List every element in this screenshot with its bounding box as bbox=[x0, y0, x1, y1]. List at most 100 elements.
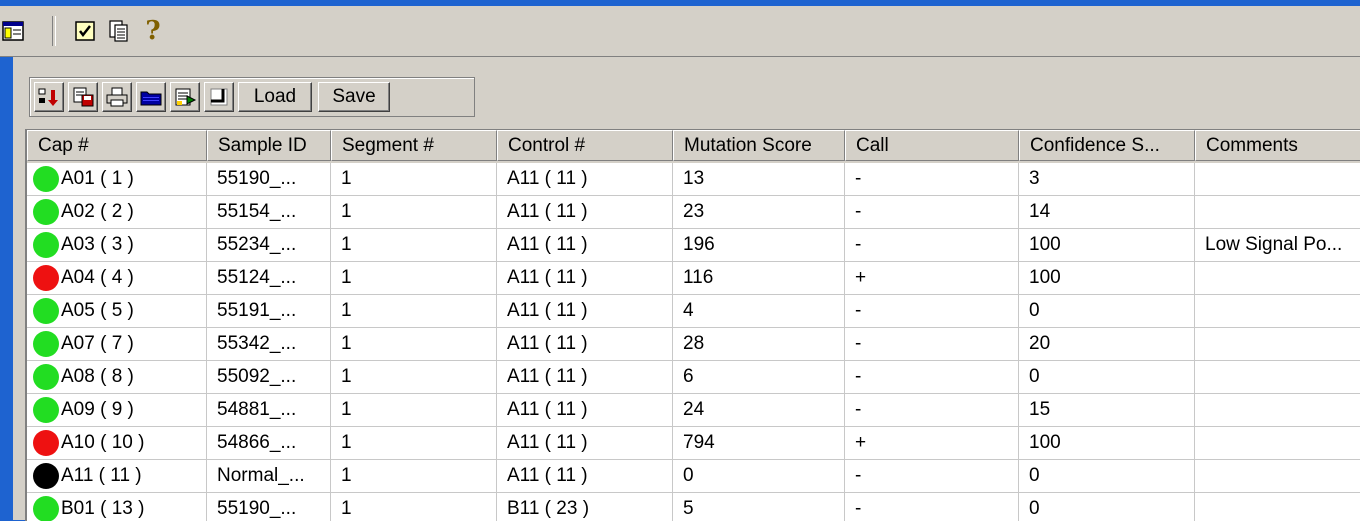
cell-comments bbox=[1195, 460, 1360, 493]
table-row[interactable]: A10 ( 10 ) 54866_... 1 A11 ( 11 ) 794 +100 bbox=[27, 427, 1360, 460]
status-pass-icon bbox=[33, 364, 59, 390]
table-row[interactable]: A03 ( 3 ) 55234_... 1 A11 ( 11 ) 196-100 Low … bbox=[27, 229, 1360, 262]
header-col-mutation-score[interactable]: Mutation Score bbox=[673, 130, 845, 161]
cell-confidence: 0 bbox=[1019, 295, 1195, 328]
cap-label: A11 ( 11 ) bbox=[61, 465, 142, 486]
cell-comments bbox=[1195, 196, 1360, 229]
cell-call: - bbox=[845, 295, 1019, 328]
table-row[interactable]: A07 ( 7 ) 55342_... 1 A11 ( 11 ) 28-20 bbox=[27, 328, 1360, 361]
header-col-comments[interactable]: Comments bbox=[1195, 130, 1360, 161]
cell-control: A11 ( 11 ) bbox=[497, 427, 673, 460]
table-row[interactable]: A11 ( 11 ) Normal_... 1 A11 ( 11 ) 0-0 bbox=[27, 460, 1360, 493]
table-row[interactable]: A02 ( 2 ) 55154_... 1 A11 ( 11 ) 23-14 bbox=[27, 196, 1360, 229]
cell-sample-id: 54881_... bbox=[207, 394, 331, 427]
header-col-sample-id[interactable]: Sample ID bbox=[207, 130, 331, 161]
cell-comments bbox=[1195, 361, 1360, 394]
cell-sample-id: 55191_... bbox=[207, 295, 331, 328]
cell-confidence: 20 bbox=[1019, 328, 1195, 361]
status-pass-icon bbox=[33, 232, 59, 258]
toolbar-separator bbox=[52, 16, 56, 46]
cap-label: A01 ( 1 ) bbox=[61, 168, 134, 189]
header-col-confidence[interactable]: Confidence S... bbox=[1019, 130, 1195, 161]
cell-control: A11 ( 11 ) bbox=[497, 196, 673, 229]
save-report-icon[interactable] bbox=[68, 82, 98, 112]
status-pass-icon bbox=[33, 199, 59, 225]
cell-cap: A02 ( 2 ) bbox=[27, 196, 207, 229]
cell-comments bbox=[1195, 493, 1360, 521]
cell-confidence: 0 bbox=[1019, 361, 1195, 394]
table-row[interactable]: B01 ( 13 ) 55190_... 1 B11 ( 23 ) 5-0 bbox=[27, 493, 1360, 521]
checklist-icon[interactable] bbox=[72, 18, 98, 44]
cell-cap: A04 ( 4 ) bbox=[27, 262, 207, 295]
cap-label: A03 ( 3 ) bbox=[61, 234, 134, 255]
table-row[interactable]: A04 ( 4 ) 55124_... 1 A11 ( 11 ) 116 +100 bbox=[27, 262, 1360, 295]
cap-label: A08 ( 8 ) bbox=[61, 366, 134, 387]
cell-segment: 1 bbox=[331, 229, 497, 262]
cell-mutation-score: 23 bbox=[673, 196, 845, 229]
header-col-call[interactable]: Call bbox=[845, 130, 1019, 161]
cell-call: - bbox=[845, 229, 1019, 262]
cap-label: A10 ( 10 ) bbox=[61, 432, 145, 453]
help-icon[interactable]: ? bbox=[140, 16, 166, 46]
import-arrow-icon[interactable] bbox=[34, 82, 64, 112]
status-pass-icon bbox=[33, 397, 59, 423]
cell-comments: Low Signal Po... bbox=[1195, 229, 1360, 262]
cell-cap: A08 ( 8 ) bbox=[27, 361, 207, 394]
cell-mutation-score: 196 bbox=[673, 229, 845, 262]
table-window-icon[interactable] bbox=[0, 18, 26, 44]
left-window-edge bbox=[0, 57, 13, 520]
cell-comments bbox=[1195, 394, 1360, 427]
table-row[interactable]: A09 ( 9 ) 54881_... 1 A11 ( 11 ) 24-15 bbox=[27, 394, 1360, 427]
header-col-cap[interactable]: Cap # bbox=[27, 130, 207, 161]
cell-segment: 1 bbox=[331, 328, 497, 361]
table-row[interactable]: A08 ( 8 ) 55092_... 1 A11 ( 11 ) 6-0 bbox=[27, 361, 1360, 394]
application-window: ? Load Save Cap # Sample ID Segment # Co… bbox=[0, 6, 1360, 521]
cell-cap: A01 ( 1 ) bbox=[27, 163, 207, 196]
cell-confidence: 100 bbox=[1019, 229, 1195, 262]
export-sheet-icon[interactable] bbox=[170, 82, 200, 112]
cell-comments bbox=[1195, 427, 1360, 460]
cell-segment: 1 bbox=[331, 163, 497, 196]
cell-mutation-score: 24 bbox=[673, 394, 845, 427]
status-fail-icon bbox=[33, 430, 59, 456]
cell-mutation-score: 4 bbox=[673, 295, 845, 328]
cap-label: A05 ( 5 ) bbox=[61, 300, 134, 321]
cell-cap: A10 ( 10 ) bbox=[27, 427, 207, 460]
cell-comments bbox=[1195, 262, 1360, 295]
header-col-segment[interactable]: Segment # bbox=[331, 130, 497, 161]
cell-sample-id: 55154_... bbox=[207, 196, 331, 229]
cell-sample-id: 55342_... bbox=[207, 328, 331, 361]
cell-control: A11 ( 11 ) bbox=[497, 262, 673, 295]
save-button[interactable]: Save bbox=[318, 82, 390, 112]
table-row[interactable]: A05 ( 5 ) 55191_... 1 A11 ( 11 ) 4-0 bbox=[27, 295, 1360, 328]
cell-comments bbox=[1195, 328, 1360, 361]
cap-label: B01 ( 13 ) bbox=[61, 498, 145, 519]
cell-sample-id: Normal_... bbox=[207, 460, 331, 493]
cell-cap: B01 ( 13 ) bbox=[27, 493, 207, 521]
corner-icon[interactable] bbox=[204, 82, 234, 112]
cell-mutation-score: 13 bbox=[673, 163, 845, 196]
cell-call: - bbox=[845, 361, 1019, 394]
cell-segment: 1 bbox=[331, 493, 497, 521]
status-pass-icon bbox=[33, 496, 59, 521]
cell-control: A11 ( 11 ) bbox=[497, 229, 673, 262]
copy-pages-icon[interactable] bbox=[106, 18, 132, 44]
cell-sample-id: 55190_... bbox=[207, 493, 331, 521]
cap-label: A09 ( 9 ) bbox=[61, 399, 134, 420]
folder-icon[interactable] bbox=[136, 82, 166, 112]
cell-comments bbox=[1195, 295, 1360, 328]
cap-label: A02 ( 2 ) bbox=[61, 201, 134, 222]
cell-segment: 1 bbox=[331, 196, 497, 229]
results-toolbar: Load Save bbox=[13, 57, 1360, 121]
cell-sample-id: 55092_... bbox=[207, 361, 331, 394]
cell-confidence: 0 bbox=[1019, 493, 1195, 521]
table-row[interactable]: A01 ( 1 ) 55190_... 1 A11 ( 11 ) 13-3 bbox=[27, 163, 1360, 196]
cell-call: + bbox=[845, 262, 1019, 295]
cell-sample-id: 55234_... bbox=[207, 229, 331, 262]
header-col-control[interactable]: Control # bbox=[497, 130, 673, 161]
cell-confidence: 3 bbox=[1019, 163, 1195, 196]
cell-segment: 1 bbox=[331, 427, 497, 460]
print-icon[interactable] bbox=[102, 82, 132, 112]
cell-sample-id: 54866_... bbox=[207, 427, 331, 460]
load-button[interactable]: Load bbox=[238, 82, 312, 112]
